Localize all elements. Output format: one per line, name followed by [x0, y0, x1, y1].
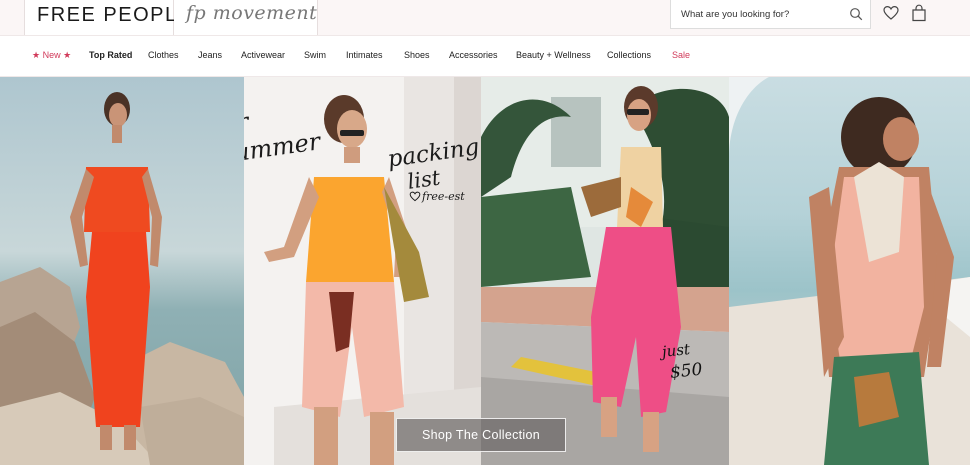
heart-doodle-icon — [409, 191, 421, 202]
nav-item-jeans[interactable]: Jeans — [198, 50, 222, 60]
hero-price-amount: $50 — [669, 359, 704, 383]
nav-item-top-rated[interactable]: Top Rated — [89, 50, 132, 60]
nav-item-new[interactable]: ★ New ★ — [32, 50, 71, 61]
nav-item-shoes[interactable]: Shoes — [404, 50, 430, 60]
hero-banner[interactable]: your summer packing list free-est just $… — [0, 77, 970, 465]
heart-icon[interactable] — [883, 5, 899, 21]
hero-signature: free-est — [422, 190, 465, 203]
top-header: FREE PEOPLE fp movement — [0, 0, 970, 35]
brand-logo[interactable]: FREE PEOPLE — [37, 4, 192, 27]
search-icon[interactable] — [849, 7, 863, 21]
hero-photo-orange-dress[interactable] — [0, 77, 244, 465]
star-icon: ★ — [63, 50, 72, 60]
sub-brand-tab[interactable]: fp movement — [174, 0, 318, 35]
nav-item-beauty-wellness[interactable]: Beauty + Wellness — [516, 50, 591, 60]
nav-item-accessories[interactable]: Accessories — [449, 50, 498, 60]
nav-item-clothes[interactable]: Clothes — [148, 50, 179, 60]
nav-item-intimates[interactable]: Intimates — [346, 50, 383, 60]
shopping-bag-icon[interactable] — [911, 4, 927, 22]
hero-photo-peach-swimsuit[interactable] — [729, 77, 970, 465]
nav-item-activewear[interactable]: Activewear — [241, 50, 285, 60]
hero-price-just: just — [661, 340, 691, 361]
nav-item-collections[interactable]: Collections — [607, 50, 651, 60]
brand-tab[interactable]: FREE PEOPLE — [24, 0, 191, 35]
hero-photo-pink-pants[interactable]: just $50 — [481, 77, 729, 465]
category-nav: ★ New ★ Top Rated Clothes Jeans Activewe… — [0, 35, 970, 77]
star-icon: ★ — [32, 50, 41, 60]
nav-item-new-label: New — [42, 50, 61, 60]
nav-item-swim[interactable]: Swim — [304, 50, 326, 60]
sub-brand-logo[interactable]: fp movement — [186, 2, 317, 24]
shop-collection-button[interactable]: Shop The Collection — [396, 418, 566, 452]
search-box[interactable] — [670, 0, 871, 29]
search-input[interactable] — [681, 5, 841, 23]
nav-item-sale[interactable]: Sale — [672, 50, 690, 60]
hero-photo-yellow-top[interactable]: your summer packing list free-est — [244, 77, 481, 465]
